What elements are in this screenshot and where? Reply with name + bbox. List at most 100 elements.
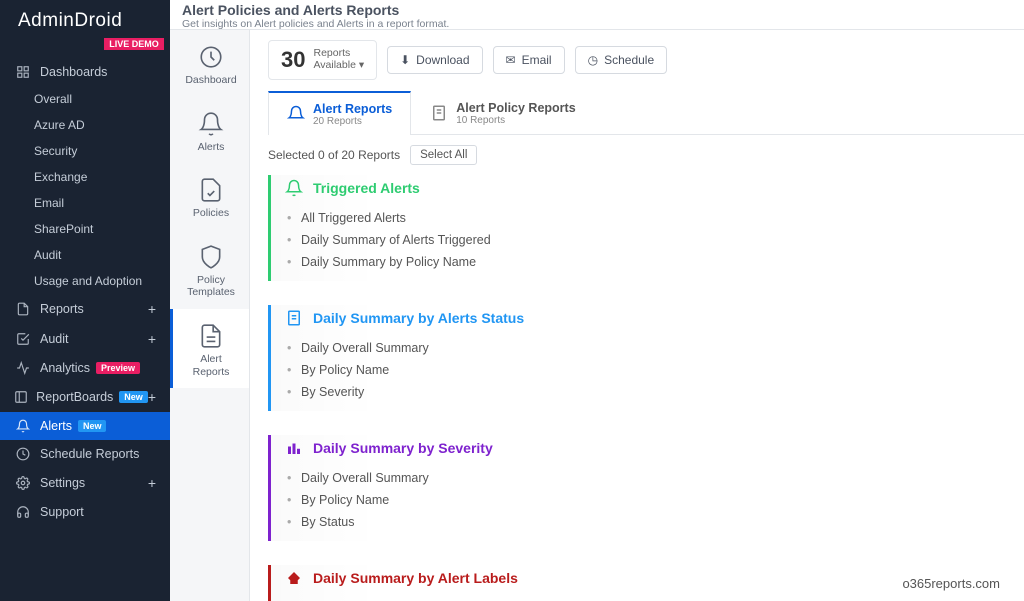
- rail-policy-templates[interactable]: Policy Templates: [170, 230, 249, 309]
- nav-reports-label: Reports: [40, 302, 84, 316]
- nav-sub-item[interactable]: Audit: [0, 242, 170, 268]
- bell-icon: [287, 105, 305, 123]
- download-icon: ⬇: [400, 53, 410, 67]
- bell-icon: [177, 111, 245, 137]
- cards-grid: Triggered AlertsAll Triggered AlertsDail…: [268, 175, 1024, 601]
- nav-sub-item[interactable]: Usage and Adoption: [0, 268, 170, 294]
- new-badge: New: [119, 391, 148, 403]
- nav-sub-item[interactable]: Overall: [0, 86, 170, 112]
- new-badge: New: [78, 420, 107, 432]
- nav-support[interactable]: Support: [0, 498, 170, 526]
- tabs: Alert Reports20 Reports Alert Policy Rep…: [268, 90, 1024, 135]
- tab-label: Alert Reports: [313, 102, 392, 116]
- nav-analytics[interactable]: Analytics Preview: [0, 354, 170, 382]
- brand-name-1: Admin: [18, 10, 74, 31]
- rail-alert-reports[interactable]: Alert Reports: [170, 309, 249, 388]
- card-icon: [285, 569, 303, 587]
- card-title: Daily Summary by Severity: [313, 440, 493, 456]
- schedule-label: Schedule: [604, 53, 654, 67]
- reports-count: 30: [281, 47, 305, 73]
- report-link[interactable]: By Severity: [285, 381, 614, 403]
- tab-alert-reports[interactable]: Alert Reports20 Reports: [268, 91, 411, 135]
- nav-sub-item[interactable]: Security: [0, 138, 170, 164]
- dashboard-icon: [14, 65, 32, 79]
- nav-audit[interactable]: Audit+: [0, 324, 170, 354]
- clock-icon: [14, 447, 32, 461]
- report-link[interactable]: Daily Summary of Alerts Triggered: [285, 229, 614, 251]
- nav-sub-item[interactable]: Azure AD: [0, 112, 170, 138]
- rail-label: Dashboard: [177, 74, 245, 87]
- document-icon: [430, 104, 448, 122]
- nav-settings[interactable]: Settings+: [0, 468, 170, 498]
- email-label: Email: [522, 53, 552, 67]
- nav-reportboards-label: ReportBoards: [36, 390, 113, 404]
- email-icon: ✉: [506, 53, 516, 67]
- page-subtitle: Get insights on Alert policies and Alert…: [182, 18, 1012, 30]
- toolbar: 30 ReportsAvailable ▾ ⬇ Download ✉ Email ◷…: [268, 40, 1024, 90]
- report-link[interactable]: Daily Overall Summary: [285, 467, 614, 489]
- rail-label: Policy Templates: [177, 274, 245, 299]
- gear-icon: [14, 476, 32, 490]
- schedule-button[interactable]: ◷Schedule: [575, 46, 668, 74]
- bell-icon: [14, 419, 32, 433]
- report-icon: [177, 323, 245, 349]
- reports-icon: [14, 302, 32, 316]
- headphones-icon: [14, 505, 32, 519]
- main-content: 30 ReportsAvailable ▾ ⬇ Download ✉ Email ◷…: [250, 30, 1024, 601]
- brand-name-2: Droid: [74, 10, 122, 31]
- card-title: Daily Summary by Alerts Status: [313, 310, 524, 326]
- report-card: Daily Summary by Severity Daily Overall S…: [268, 435, 628, 541]
- rail-label: Policies: [177, 207, 245, 220]
- nav-schedule-reports[interactable]: Schedule Reports: [0, 440, 170, 468]
- nav-sub-item[interactable]: Email: [0, 190, 170, 216]
- report-link[interactable]: By Status: [285, 511, 614, 533]
- audit-icon: [14, 332, 32, 346]
- download-label: Download: [416, 53, 469, 67]
- nav-schedule-label: Schedule Reports: [40, 447, 139, 461]
- tab-alert-policy-reports[interactable]: Alert Policy Reports10 Reports: [411, 90, 594, 134]
- dashboard-icon: [177, 44, 245, 70]
- report-card: Daily Summary by Alert Labels By Label Na…: [268, 565, 628, 601]
- sidebar-nav: AdminDroid LIVE DEMO Dashboards OverallA…: [0, 0, 170, 601]
- report-link[interactable]: By Policy Name: [285, 359, 614, 381]
- card-icon: [285, 439, 303, 457]
- nav-reports[interactable]: Reports +: [0, 294, 170, 324]
- card-title: Daily Summary by Alert Labels: [313, 570, 518, 586]
- rail-alerts[interactable]: Alerts: [170, 97, 249, 164]
- selection-text: Selected 0 of 20 Reports: [268, 148, 400, 162]
- rail-dashboard[interactable]: Dashboard: [170, 30, 249, 97]
- reportboards-icon: [14, 390, 28, 404]
- report-link[interactable]: By Label Name: [285, 597, 614, 601]
- download-button[interactable]: ⬇ Download: [387, 46, 482, 74]
- report-link[interactable]: Daily Overall Summary: [285, 337, 614, 359]
- preview-badge: Preview: [96, 362, 140, 374]
- watermark: o365reports.com: [902, 576, 1000, 591]
- card-icon: [285, 179, 303, 197]
- tab-label: Alert Policy Reports: [456, 101, 575, 115]
- selection-row: Selected 0 of 20 Reports Select All: [268, 135, 1024, 175]
- nav-sub-item[interactable]: SharePoint: [0, 216, 170, 242]
- nav-dashboards-label: Dashboards: [40, 65, 107, 79]
- nav-sub-item[interactable]: Exchange: [0, 164, 170, 190]
- shield-check-icon: [177, 177, 245, 203]
- nav-reportboards[interactable]: ReportBoards New +: [0, 382, 170, 412]
- tab-count: 20 Reports: [313, 116, 392, 127]
- report-link[interactable]: Daily Summary by Policy Name: [285, 251, 614, 273]
- select-all-button[interactable]: Select All: [410, 145, 477, 165]
- nav-dashboards[interactable]: Dashboards: [0, 58, 170, 86]
- nav-settings-label: Settings: [40, 476, 85, 490]
- reports-count-box[interactable]: 30 ReportsAvailable ▾: [268, 40, 377, 80]
- expand-icon: +: [148, 301, 156, 317]
- brand-logo: AdminDroid: [0, 0, 170, 38]
- rail-label: Alerts: [177, 141, 245, 154]
- page-title: Alert Policies and Alerts Reports: [182, 2, 1012, 18]
- rail-label: Alert Reports: [177, 353, 245, 378]
- rail-policies[interactable]: Policies: [170, 163, 249, 230]
- shield-icon: [177, 244, 245, 270]
- report-link[interactable]: By Policy Name: [285, 489, 614, 511]
- report-link[interactable]: All Triggered Alerts: [285, 207, 614, 229]
- email-button[interactable]: ✉ Email: [493, 46, 565, 74]
- secondary-rail: Dashboard Alerts Policies Policy Templat…: [170, 30, 250, 601]
- card-title: Triggered Alerts: [313, 180, 420, 196]
- nav-alerts[interactable]: Alerts New: [0, 412, 170, 440]
